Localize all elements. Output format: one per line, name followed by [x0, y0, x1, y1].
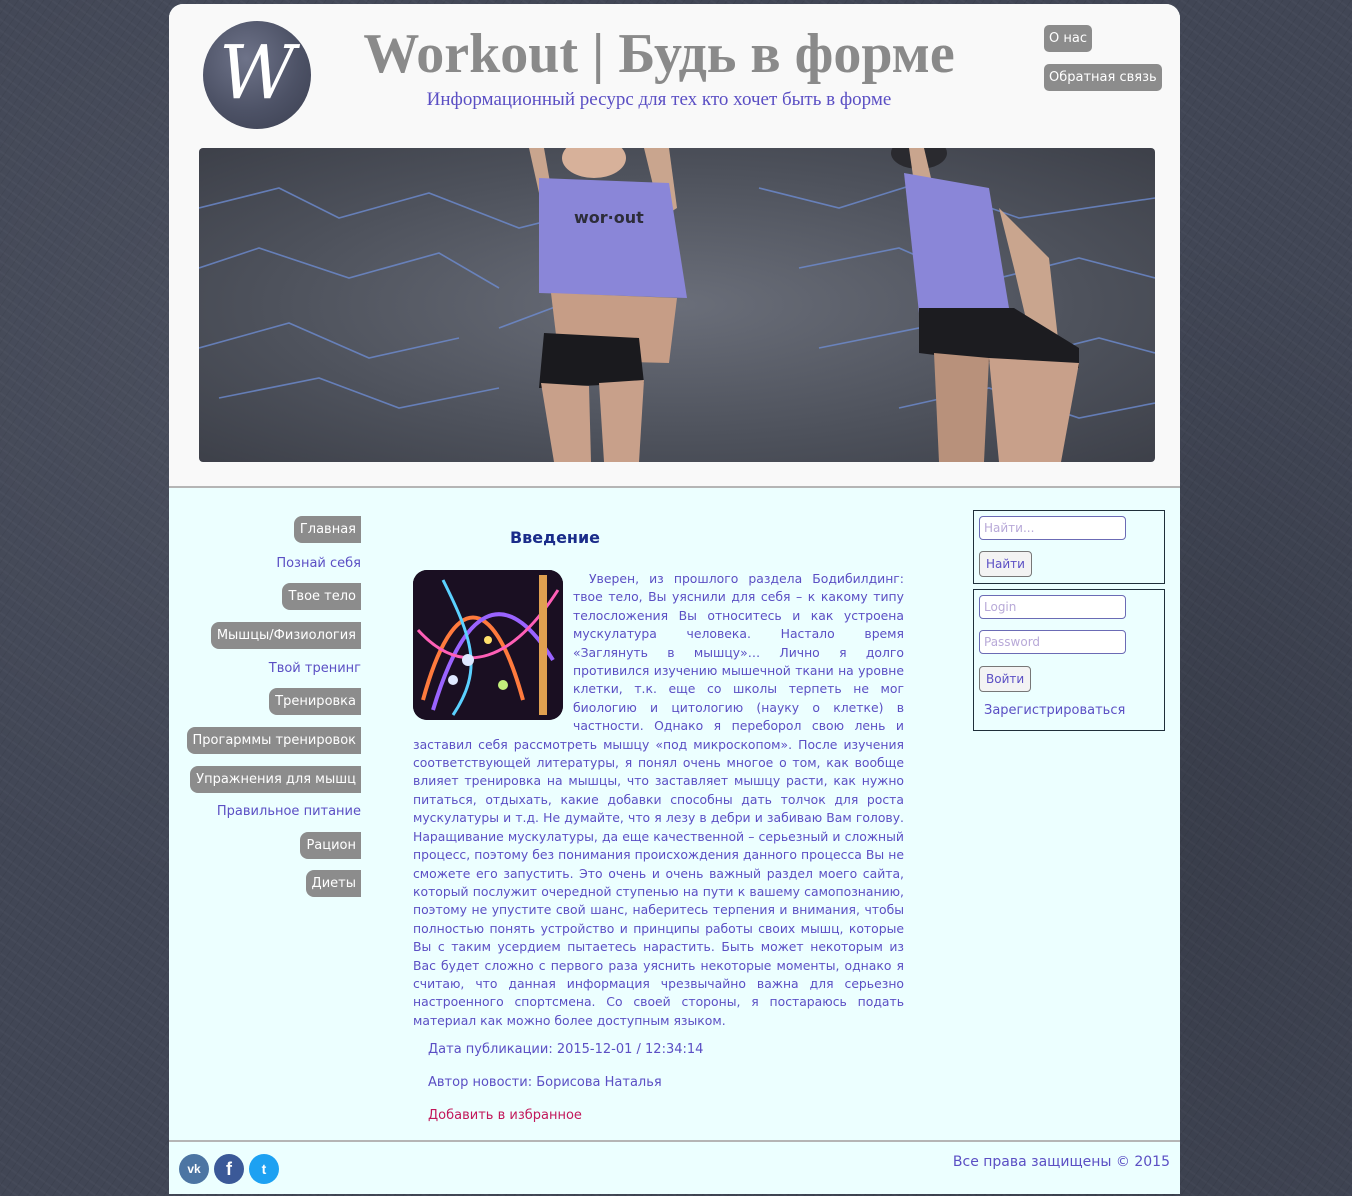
nav-item-workout[interactable]: Тренировка	[269, 688, 361, 715]
footer-divider	[169, 1140, 1180, 1142]
left-navigation: Главная Познай себя Твое тело Мышцы/Физи…	[169, 4, 361, 1194]
site-title: Workout | Будь в форме	[363, 23, 955, 85]
nav-item-diet-plan[interactable]: Рацион	[300, 832, 361, 859]
search-input[interactable]	[979, 516, 1126, 540]
twitter-glyph: t	[261, 1161, 267, 1177]
nav-item-your-training[interactable]: Твой тренинг	[269, 655, 361, 682]
about-link[interactable]: О нас	[1044, 25, 1092, 52]
image-spacer	[413, 570, 573, 724]
publication-date: Дата публикации: 2015-12-01 / 12:34:14	[428, 1042, 704, 1057]
shirt-text: wor·out	[574, 208, 644, 227]
nav-item-training-programs[interactable]: Прогарммы тренировок	[186, 727, 361, 754]
feedback-link[interactable]: Обратная связь	[1044, 64, 1162, 91]
nav-item-diets[interactable]: Диеты	[305, 870, 361, 897]
article-author: Автор новости: Борисова Наталья	[428, 1075, 662, 1090]
copyright-text: Все права защищены © 2015	[952, 1154, 1170, 1170]
nav-item-main[interactable]: Главная	[293, 516, 361, 543]
nav-item-muscle-exercises[interactable]: Упражнения для мышц	[190, 766, 361, 793]
search-button[interactable]: Найти	[979, 551, 1032, 577]
site-subtitle: Информационный ресурс для тех кто хочет …	[426, 89, 892, 110]
vk-icon[interactable]: vk	[179, 1154, 209, 1184]
article-title: Введение	[509, 528, 601, 547]
nav-item-know-yourself[interactable]: Познай себя	[276, 550, 361, 577]
vk-glyph: vk	[187, 1162, 201, 1176]
facebook-glyph: f	[226, 1158, 232, 1179]
article-body: Уверен, из прошлого раздела Бодибилдинг:…	[413, 570, 904, 1030]
left-figure: wor·out	[529, 148, 687, 462]
password-input[interactable]	[979, 630, 1126, 654]
search-widget: Найти	[973, 510, 1165, 584]
login-button[interactable]: Войти	[979, 666, 1032, 692]
page-container: W Workout | Будь в форме Информационный …	[169, 4, 1180, 1194]
login-widget: Войти Зарегистрироваться	[973, 589, 1165, 731]
add-to-favorites-link[interactable]: Добавить в избранное	[428, 1108, 582, 1123]
nav-item-your-body[interactable]: Твое тело	[282, 583, 361, 610]
nav-item-proper-nutrition[interactable]: Правильное питание	[217, 798, 361, 825]
register-link[interactable]: Зарегистрироваться	[984, 703, 1125, 718]
login-input[interactable]	[979, 595, 1126, 619]
twitter-icon[interactable]: t	[249, 1154, 279, 1184]
facebook-icon[interactable]: f	[214, 1154, 244, 1184]
right-figure	[891, 148, 1079, 462]
nav-item-muscles-physiology[interactable]: Мышцы/Физиология	[210, 622, 361, 649]
